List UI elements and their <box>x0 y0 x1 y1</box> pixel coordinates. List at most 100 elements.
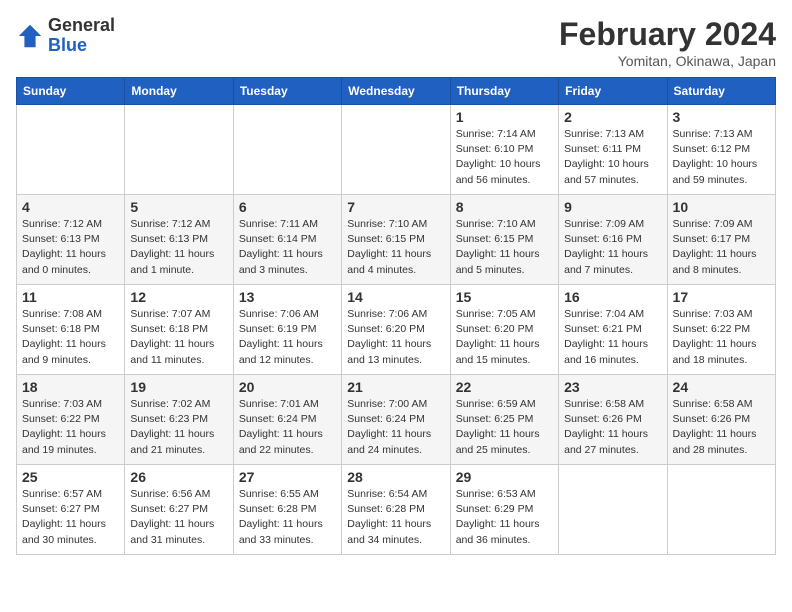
day-number: 13 <box>239 289 336 305</box>
day-info: Sunrise: 7:03 AM Sunset: 6:22 PM Dayligh… <box>673 307 770 368</box>
day-number: 20 <box>239 379 336 395</box>
day-info: Sunrise: 6:58 AM Sunset: 6:26 PM Dayligh… <box>673 397 770 458</box>
day-number: 17 <box>673 289 770 305</box>
calendar-cell: 4Sunrise: 7:12 AM Sunset: 6:13 PM Daylig… <box>17 195 125 285</box>
title-area: February 2024 Yomitan, Okinawa, Japan <box>559 16 776 69</box>
day-number: 15 <box>456 289 553 305</box>
calendar-cell: 17 Sunrise: 7:03 AM Sunset: 6:22 PM Dayli… <box>667 285 775 375</box>
day-info: Sunrise: 6:56 AM Sunset: 6:27 PM Dayligh… <box>130 487 227 548</box>
calendar-cell: 21 Sunrise: 7:00 AM Sunset: 6:24 PM Dayli… <box>342 375 450 465</box>
day-number: 29 <box>456 469 553 485</box>
weekday-header-friday: Friday <box>559 78 667 105</box>
day-info: Sunrise: 7:07 AM Sunset: 6:18 PM Dayligh… <box>130 307 227 368</box>
day-info: Sunrise: 7:05 AM Sunset: 6:20 PM Dayligh… <box>456 307 553 368</box>
calendar-cell: 15 Sunrise: 7:05 AM Sunset: 6:20 PM Dayli… <box>450 285 558 375</box>
day-info: Sunrise: 7:02 AM Sunset: 6:23 PM Dayligh… <box>130 397 227 458</box>
calendar-cell: 26Sunrise: 6:56 AM Sunset: 6:27 PM Dayli… <box>125 465 233 555</box>
day-number: 9 <box>564 199 661 215</box>
day-info: Sunrise: 7:06 AM Sunset: 6:19 PM Dayligh… <box>239 307 336 368</box>
day-number: 21 <box>347 379 444 395</box>
day-number: 11 <box>22 289 119 305</box>
day-info: Sunrise: 7:11 AM Sunset: 6:14 PM Dayligh… <box>239 217 336 278</box>
day-info: Sunrise: 6:57 AM Sunset: 6:27 PM Dayligh… <box>22 487 119 548</box>
day-number: 4 <box>22 199 119 215</box>
weekday-header-thursday: Thursday <box>450 78 558 105</box>
calendar-cell: 14 Sunrise: 7:06 AM Sunset: 6:20 PM Dayli… <box>342 285 450 375</box>
day-number: 8 <box>456 199 553 215</box>
calendar-cell <box>233 105 341 195</box>
calendar-cell: 13 Sunrise: 7:06 AM Sunset: 6:19 PM Dayli… <box>233 285 341 375</box>
calendar-cell: 1Sunrise: 7:14 AM Sunset: 6:10 PM Daylig… <box>450 105 558 195</box>
day-info: Sunrise: 7:04 AM Sunset: 6:21 PM Dayligh… <box>564 307 661 368</box>
day-number: 23 <box>564 379 661 395</box>
day-number: 27 <box>239 469 336 485</box>
logo-general: General <box>48 15 115 35</box>
page-header: General Blue February 2024 Yomitan, Okin… <box>16 16 776 69</box>
calendar-week-row: 1Sunrise: 7:14 AM Sunset: 6:10 PM Daylig… <box>17 105 776 195</box>
day-info: Sunrise: 7:01 AM Sunset: 6:24 PM Dayligh… <box>239 397 336 458</box>
calendar-cell <box>342 105 450 195</box>
day-number: 28 <box>347 469 444 485</box>
weekday-header-tuesday: Tuesday <box>233 78 341 105</box>
day-number: 22 <box>456 379 553 395</box>
month-year-title: February 2024 <box>559 16 776 53</box>
day-info: Sunrise: 6:58 AM Sunset: 6:26 PM Dayligh… <box>564 397 661 458</box>
weekday-header-saturday: Saturday <box>667 78 775 105</box>
day-info: Sunrise: 6:55 AM Sunset: 6:28 PM Dayligh… <box>239 487 336 548</box>
calendar-week-row: 18Sunrise: 7:03 AM Sunset: 6:22 PM Dayli… <box>17 375 776 465</box>
day-number: 14 <box>347 289 444 305</box>
day-info: Sunrise: 7:10 AM Sunset: 6:15 PM Dayligh… <box>456 217 553 278</box>
calendar-cell <box>559 465 667 555</box>
calendar-cell: 3Sunrise: 7:13 AM Sunset: 6:12 PM Daylig… <box>667 105 775 195</box>
day-info: Sunrise: 6:54 AM Sunset: 6:28 PM Dayligh… <box>347 487 444 548</box>
day-info: Sunrise: 7:12 AM Sunset: 6:13 PM Dayligh… <box>130 217 227 278</box>
calendar-cell: 16 Sunrise: 7:04 AM Sunset: 6:21 PM Dayli… <box>559 285 667 375</box>
calendar-cell: 20 Sunrise: 7:01 AM Sunset: 6:24 PM Dayli… <box>233 375 341 465</box>
logo: General Blue <box>16 16 115 56</box>
logo-blue: Blue <box>48 35 87 55</box>
day-number: 5 <box>130 199 227 215</box>
day-info: Sunrise: 7:06 AM Sunset: 6:20 PM Dayligh… <box>347 307 444 368</box>
weekday-header-monday: Monday <box>125 78 233 105</box>
day-number: 25 <box>22 469 119 485</box>
day-info: Sunrise: 7:10 AM Sunset: 6:15 PM Dayligh… <box>347 217 444 278</box>
calendar-cell: 24 Sunrise: 6:58 AM Sunset: 6:26 PM Dayli… <box>667 375 775 465</box>
calendar-cell: 23 Sunrise: 6:58 AM Sunset: 6:26 PM Dayli… <box>559 375 667 465</box>
calendar-cell: 7Sunrise: 7:10 AM Sunset: 6:15 PM Daylig… <box>342 195 450 285</box>
calendar-cell: 29Sunrise: 6:53 AM Sunset: 6:29 PM Dayli… <box>450 465 558 555</box>
weekday-header-sunday: Sunday <box>17 78 125 105</box>
day-number: 19 <box>130 379 227 395</box>
calendar-cell: 5 Sunrise: 7:12 AM Sunset: 6:13 PM Daylig… <box>125 195 233 285</box>
logo-text: General Blue <box>48 16 115 56</box>
calendar-cell: 25 Sunrise: 6:57 AM Sunset: 6:27 PM Dayli… <box>17 465 125 555</box>
calendar-cell: 8 Sunrise: 7:10 AM Sunset: 6:15 PM Daylig… <box>450 195 558 285</box>
day-number: 1 <box>456 109 553 125</box>
calendar-cell: 9 Sunrise: 7:09 AM Sunset: 6:16 PM Daylig… <box>559 195 667 285</box>
weekday-header-wednesday: Wednesday <box>342 78 450 105</box>
day-info: Sunrise: 7:09 AM Sunset: 6:16 PM Dayligh… <box>564 217 661 278</box>
day-number: 10 <box>673 199 770 215</box>
calendar-table: SundayMondayTuesdayWednesdayThursdayFrid… <box>16 77 776 555</box>
logo-icon <box>16 22 44 50</box>
calendar-cell: 6 Sunrise: 7:11 AM Sunset: 6:14 PM Daylig… <box>233 195 341 285</box>
day-number: 12 <box>130 289 227 305</box>
day-number: 24 <box>673 379 770 395</box>
day-number: 16 <box>564 289 661 305</box>
calendar-week-row: 25 Sunrise: 6:57 AM Sunset: 6:27 PM Dayli… <box>17 465 776 555</box>
day-number: 6 <box>239 199 336 215</box>
calendar-cell: 2Sunrise: 7:13 AM Sunset: 6:11 PM Daylig… <box>559 105 667 195</box>
day-number: 2 <box>564 109 661 125</box>
calendar-cell: 27 Sunrise: 6:55 AM Sunset: 6:28 PM Dayli… <box>233 465 341 555</box>
calendar-cell: 12 Sunrise: 7:07 AM Sunset: 6:18 PM Dayli… <box>125 285 233 375</box>
calendar-cell <box>17 105 125 195</box>
weekday-header-row: SundayMondayTuesdayWednesdayThursdayFrid… <box>17 78 776 105</box>
day-number: 18 <box>22 379 119 395</box>
calendar-week-row: 11 Sunrise: 7:08 AM Sunset: 6:18 PM Dayli… <box>17 285 776 375</box>
calendar-week-row: 4 Sunrise: 7:12 AM Sunset: 6:13 PM Daylig… <box>17 195 776 285</box>
calendar-cell: 19 Sunrise: 7:02 AM Sunset: 6:23 PM Dayli… <box>125 375 233 465</box>
calendar-cell <box>667 465 775 555</box>
day-info: Sunrise: 6:59 AM Sunset: 6:25 PM Dayligh… <box>456 397 553 458</box>
day-info: Sunrise: 7:00 AM Sunset: 6:24 PM Dayligh… <box>347 397 444 458</box>
day-info: Sunrise: 7:08 AM Sunset: 6:18 PM Dayligh… <box>22 307 119 368</box>
calendar-cell: 11 Sunrise: 7:08 AM Sunset: 6:18 PM Dayli… <box>17 285 125 375</box>
